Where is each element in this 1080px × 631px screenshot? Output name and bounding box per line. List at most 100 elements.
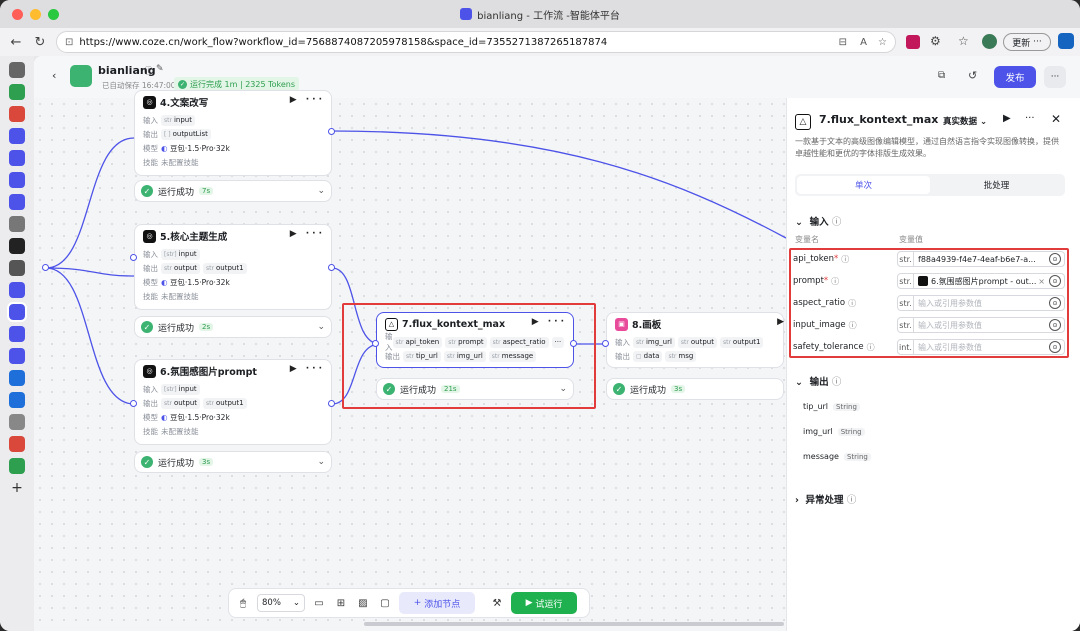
sidebar-tab-icon[interactable]	[9, 172, 25, 188]
back-icon[interactable]: ←	[6, 32, 26, 52]
tab-single[interactable]: 单次	[797, 176, 930, 194]
edit-icon[interactable]: ✎	[156, 64, 164, 74]
sidebar-tab-icon[interactable]	[9, 436, 25, 452]
mouse-mode-icon[interactable]: 🖱	[235, 598, 251, 609]
node-actions[interactable]: ▶ ···	[290, 364, 325, 374]
node-8[interactable]: ▣ 8.画板 ▶ 输入 str img_url str output str output1 输…	[606, 312, 784, 368]
chevron-down-icon[interactable]: ⌄	[559, 384, 567, 394]
reference-icon[interactable]: ⊙	[1049, 297, 1061, 309]
sidebar-tab-active-icon[interactable]	[7, 302, 27, 322]
close-window-button[interactable]	[12, 9, 23, 20]
extension-icon[interactable]	[906, 35, 920, 49]
sidebar-tab-icon[interactable]	[9, 282, 25, 298]
copilot-icon[interactable]	[1058, 33, 1074, 49]
node-7-input-port[interactable]	[372, 340, 379, 347]
node-actions[interactable]: ▶ ···	[532, 317, 567, 327]
sidebar-tab-icon[interactable]	[9, 128, 25, 144]
node-6[interactable]: ◎ 6.氛围感图片prompt ▶ ··· 输入 [str] input 输出 str ou…	[134, 359, 332, 445]
add-tab-icon[interactable]: +	[9, 480, 25, 496]
tab-actions-icon[interactable]	[9, 62, 25, 78]
node-8-status[interactable]: ✓ 运行成功 3s	[606, 378, 784, 400]
back-chevron-icon[interactable]: ‹	[52, 69, 56, 82]
layout-icon[interactable]: ⊞	[333, 598, 349, 609]
node-4-status[interactable]: ✓ 运行成功 7s ⌄	[134, 180, 332, 202]
maximize-window-button[interactable]	[48, 9, 59, 20]
info-icon[interactable]: ⓘ	[144, 64, 153, 77]
sidebar-tab-icon[interactable]	[9, 458, 25, 474]
run-node-icon[interactable]: ▶	[1003, 113, 1011, 124]
publish-button[interactable]: 发布	[994, 66, 1036, 88]
zoom-select[interactable]: 80% ⌄	[257, 594, 305, 612]
sidebar-tab-icon[interactable]	[9, 392, 25, 408]
node-6-input-port[interactable]	[130, 400, 137, 407]
clear-icon[interactable]: ×	[1038, 277, 1045, 286]
minimap-icon[interactable]: ▢	[377, 598, 393, 609]
chevron-down-icon[interactable]: ⌄	[317, 457, 325, 467]
favorites-icon[interactable]: ☆	[958, 34, 969, 48]
extensions-puzzle-icon[interactable]: ⚙	[930, 34, 941, 48]
node-4[interactable]: ◎ 4.文案改写 ▶ ··· 输入 str input 输出[ ] outputList …	[134, 90, 332, 176]
minimize-window-button[interactable]	[30, 9, 41, 20]
node-5-status[interactable]: ✓ 运行成功 2s ⌄	[134, 316, 332, 338]
sidebar-app-icon[interactable]	[9, 106, 25, 122]
panel-more-icon[interactable]: ···	[1025, 113, 1035, 124]
param-value-field[interactable]: str. 输入或引用参数值 ⊙	[897, 295, 1065, 311]
node-5-input-port[interactable]	[130, 254, 137, 261]
history-icon[interactable]: ↺	[968, 69, 977, 82]
node-4-output-port[interactable]	[328, 128, 335, 135]
sidebar-app-icon[interactable]	[9, 84, 25, 100]
data-mode-select[interactable]: 真实数据 ⌄	[943, 115, 987, 127]
reload-icon[interactable]: ↻	[30, 32, 50, 52]
node-6-output-port[interactable]	[328, 400, 335, 407]
globe-icon[interactable]	[9, 216, 25, 232]
url-field[interactable]: ⊡ https://www.coze.cn/work_flow?workflow…	[56, 31, 896, 53]
param-value-field[interactable]: str. 输入或引用参数值 ⊙	[897, 317, 1065, 333]
node-6-status[interactable]: ✓ 运行成功 3s ⌄	[134, 451, 332, 473]
sidebar-tab-icon[interactable]	[9, 370, 25, 386]
read-aloud-icon[interactable]: A	[860, 37, 867, 48]
more-menu-button[interactable]: ···	[1044, 66, 1066, 88]
horizontal-scrollbar[interactable]	[364, 622, 784, 626]
node-8-input-port[interactable]	[602, 340, 609, 347]
reference-icon[interactable]: ⊙	[1049, 275, 1061, 287]
start-output-port[interactable]	[42, 264, 49, 271]
profile-avatar[interactable]	[982, 34, 997, 49]
reference-icon[interactable]: ⊙	[1049, 341, 1061, 353]
test-run-button[interactable]: ▶ 试运行	[511, 592, 577, 614]
sidebar-tab-icon[interactable]	[9, 238, 25, 254]
chevron-down-icon[interactable]: ⌄	[317, 322, 325, 332]
param-value-field[interactable]: int. 输入或引用参数值 ⊙	[897, 339, 1065, 355]
workflow-canvas[interactable]: ◎ 4.文案改写 ▶ ··· 输入 str input 输出[ ] outputList …	[34, 90, 1080, 631]
sidebar-tab-icon[interactable]	[9, 150, 25, 166]
param-value-field[interactable]: str. f88a4939-f4e7-4eaf-b6e7-a... ⊙	[897, 251, 1065, 267]
output-section-header[interactable]: ⌄ 输出 ⓘ	[795, 374, 841, 388]
sidebar-tab-icon[interactable]	[9, 260, 25, 276]
node-5[interactable]: ◎ 5.核心主题生成 ▶ ··· 输入 [str] input 输出 str output s…	[134, 224, 332, 310]
sidebar-tab-icon[interactable]	[9, 348, 25, 364]
image-icon[interactable]: ▨	[355, 598, 371, 609]
tab-batch[interactable]: 批处理	[930, 176, 1063, 194]
debug-wrench-icon[interactable]: ⚒	[489, 598, 505, 609]
sidebar-tab-icon[interactable]	[9, 326, 25, 342]
node-5-output-port[interactable]	[328, 264, 335, 271]
reference-icon[interactable]: ⊙	[1049, 319, 1061, 331]
favorite-star-icon[interactable]: ☆	[878, 37, 887, 48]
node-7-status[interactable]: ✓ 运行成功 21s ⌄	[376, 378, 574, 400]
param-value-field[interactable]: str. 6.氛围感图片prompt - out... × ⊙	[897, 273, 1065, 289]
close-icon[interactable]: ✕	[1051, 112, 1061, 126]
sidebar-view-icon[interactable]: ⊟	[839, 37, 847, 48]
input-section-header[interactable]: ⌄ 输入 ⓘ	[795, 214, 841, 228]
exception-section-header[interactable]: › 异常处理 ⓘ	[795, 492, 856, 506]
sidebar-tab-icon[interactable]	[9, 194, 25, 210]
node-7-output-port[interactable]	[570, 340, 577, 347]
chevron-down-icon[interactable]: ⌄	[317, 186, 325, 196]
search-icon[interactable]	[9, 414, 25, 430]
node-7[interactable]: △ 7.flux_kontext_max ▶ ··· 输入 str api_token s…	[376, 312, 574, 368]
site-info-icon[interactable]: ⊡	[65, 37, 73, 48]
copy-icon[interactable]: ⧉	[938, 70, 945, 81]
node-actions[interactable]: ▶ ···	[290, 95, 325, 105]
add-node-button[interactable]: + 添加节点	[399, 592, 475, 614]
more-inputs-tag[interactable]: ···	[551, 336, 565, 348]
update-button[interactable]: 更新 ···	[1003, 33, 1051, 51]
reference-icon[interactable]: ⊙	[1049, 253, 1061, 265]
